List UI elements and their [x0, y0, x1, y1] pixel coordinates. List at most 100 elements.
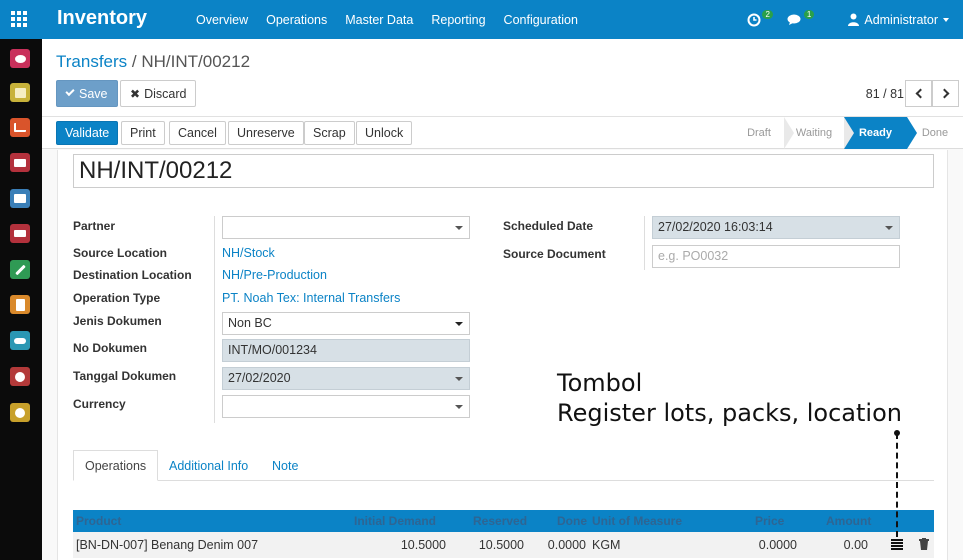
col-reserved[interactable]: Reserved [473, 514, 527, 528]
annotation-pointer-line [896, 433, 898, 537]
menu-master-data[interactable]: Master Data [336, 13, 422, 27]
tanggal-dokumen-field[interactable]: 27/02/2020 [222, 367, 470, 390]
pager-value: 81 / 81 [865, 87, 904, 101]
apps-grid-icon[interactable] [11, 11, 27, 27]
jenis-dokumen-select[interactable]: Non BC [222, 312, 470, 335]
destination-location-link[interactable]: NH/Pre-Production [222, 268, 327, 282]
scheduled-date-label: Scheduled Date [503, 219, 594, 233]
scheduled-date-field[interactable]: 27/02/2020 16:03:14 [652, 216, 900, 239]
transfer-name-field[interactable]: NH/INT/00212 [73, 154, 934, 188]
messages-badge: 1 [803, 10, 815, 19]
annotation-text: Tombol Register lots, packs, location [557, 368, 902, 428]
pager-next-button[interactable] [932, 80, 959, 107]
breadcrumb: Transfers / NH/INT/00212 [56, 52, 250, 72]
unlock-button[interactable]: Unlock [356, 121, 413, 145]
tanggal-dokumen-value: 27/02/2020 [228, 371, 291, 385]
source-document-input[interactable]: e.g. PO0032 [652, 245, 900, 268]
annotation-line-1: Tombol [557, 369, 643, 397]
caret-down-icon [455, 226, 463, 230]
scheduled-date-value: 27/02/2020 16:03:14 [658, 220, 773, 234]
cancel-button[interactable]: Cancel [169, 121, 226, 145]
menu-overview[interactable]: Overview [187, 13, 257, 27]
col-amount[interactable]: Amount [826, 514, 871, 528]
tanggal-dokumen-label: Tanggal Dokumen [73, 369, 177, 383]
trash-icon[interactable] [919, 538, 929, 550]
no-dokumen-label: No Dokumen [73, 341, 148, 355]
stage-waiting-label: Waiting [795, 127, 833, 139]
check-icon [65, 86, 75, 97]
purchase-app-icon[interactable] [10, 224, 30, 243]
manufacturing-app-icon[interactable] [10, 367, 30, 386]
source-location-label: Source Location [73, 246, 168, 260]
discard-label: Discard [144, 86, 187, 101]
user-menu[interactable]: Administrator [848, 13, 949, 27]
stage-ready-label: Ready [858, 127, 893, 139]
cell-price: 0.0000 [758, 538, 797, 552]
source-location-link[interactable]: NH/Stock [222, 246, 275, 260]
stage-pipeline: Draft Waiting Ready Done [734, 117, 963, 149]
stage-draft[interactable]: Draft [734, 117, 794, 149]
chevron-left-icon [915, 88, 925, 99]
col-unit-of-measure[interactable]: Unit of Measure [592, 514, 682, 528]
caret-down-icon [455, 377, 463, 381]
cell-done: 0.0000 [547, 538, 586, 552]
control-panel: Transfers / NH/INT/00212 Save ✖ Discard … [42, 39, 963, 117]
documents-app-icon[interactable] [10, 295, 30, 314]
top-navbar: Inventory Overview Operations Master Dat… [0, 0, 963, 39]
close-icon: ✖ [130, 86, 141, 101]
validate-button[interactable]: Validate [56, 121, 119, 145]
operation-type-label: Operation Type [73, 291, 161, 305]
menu-reporting[interactable]: Reporting [422, 13, 494, 27]
destination-location-label: Destination Location [73, 268, 192, 282]
detailed-operations-list-icon[interactable] [891, 539, 903, 550]
dashboard-app-icon[interactable] [10, 118, 30, 137]
notebook-tabs: Operations Additional Info Note [73, 450, 934, 481]
messages-button[interactable]: 1 [787, 10, 815, 26]
settings-app-icon[interactable] [10, 403, 30, 422]
app-sidebar [0, 39, 42, 560]
operations-table-header: Product Initial Demand Reserved Done Uni… [73, 510, 934, 532]
pager-previous-button[interactable] [905, 80, 932, 107]
caret-down-icon [455, 405, 463, 409]
source-document-placeholder: e.g. PO0032 [658, 249, 729, 263]
tab-additional-info[interactable]: Additional Info [158, 450, 259, 481]
activity-button[interactable]: 2 [747, 10, 773, 27]
invoicing-app-icon[interactable] [10, 189, 30, 208]
tab-note[interactable]: Note [261, 450, 309, 481]
unreserve-button[interactable]: Unreserve [228, 121, 304, 145]
chevron-right-icon [939, 88, 949, 99]
systray: 2 1 Administrator [747, 0, 963, 39]
breadcrumb-transfers[interactable]: Transfers [56, 52, 127, 71]
operation-type-link[interactable]: PT. Noah Tex: Internal Transfers [222, 291, 400, 305]
stage-done-label: Done [921, 127, 949, 139]
field-separator [644, 216, 645, 270]
col-price[interactable]: Price [755, 514, 784, 528]
scrap-button[interactable]: Scrap [304, 121, 355, 145]
discard-button[interactable]: ✖ Discard [120, 80, 197, 107]
tab-operations[interactable]: Operations [73, 450, 159, 481]
wrench-app-icon[interactable] [10, 260, 30, 279]
col-product[interactable]: Product [76, 514, 121, 528]
cell-product: [BN-DN-007] Benang Denim 007 [76, 538, 259, 552]
partner-select[interactable] [222, 216, 470, 239]
inventory-app-icon[interactable] [10, 153, 30, 172]
employees-app-icon[interactable] [10, 331, 30, 350]
col-initial-demand[interactable]: Initial Demand [354, 514, 436, 528]
menu-operations[interactable]: Operations [257, 13, 336, 27]
chat-icon [787, 14, 801, 25]
source-document-label: Source Document [503, 247, 606, 261]
currency-select[interactable] [222, 395, 470, 418]
save-button[interactable]: Save [56, 80, 118, 107]
discuss-app-icon[interactable] [10, 49, 30, 68]
cell-reserved: 10.5000 [478, 538, 524, 552]
print-button[interactable]: Print [121, 121, 165, 145]
cell-amount: 0.00 [843, 538, 868, 552]
table-row[interactable]: [BN-DN-007] Benang Denim 007 10.5000 10.… [73, 532, 934, 558]
breadcrumb-separator: / [131, 52, 137, 71]
no-dokumen-field[interactable]: INT/MO/001234 [222, 339, 470, 362]
caret-down-icon [943, 17, 949, 22]
calendar-app-icon[interactable] [10, 83, 30, 102]
col-done[interactable]: Done [557, 514, 587, 528]
menu-configuration[interactable]: Configuration [495, 13, 587, 27]
cell-initial-demand: 10.5000 [400, 538, 446, 552]
